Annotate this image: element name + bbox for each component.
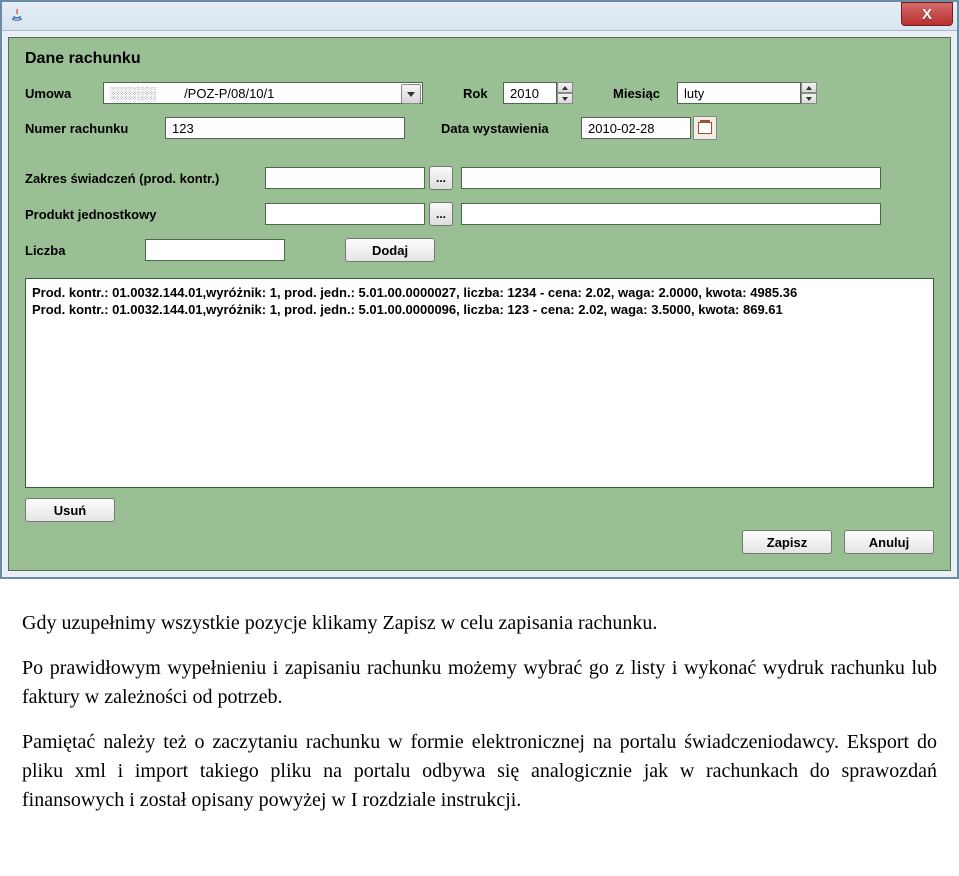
miesiac-spinner[interactable]: luty — [677, 82, 817, 104]
paragraph-3: Pamiętać należy też o zaczytaniu rachunk… — [22, 728, 937, 815]
calendar-icon — [698, 122, 712, 134]
zapisz-button[interactable]: Zapisz — [742, 530, 832, 554]
dodaj-button[interactable]: Dodaj — [345, 238, 435, 262]
chevron-up-icon — [562, 86, 568, 90]
rok-label: Rok — [463, 86, 503, 101]
row-usun: Usuń — [25, 498, 934, 522]
zakres-lookup-button[interactable]: ... — [429, 166, 453, 190]
umowa-label: Umowa — [25, 86, 103, 101]
produkt-lookup-button[interactable]: ... — [429, 202, 453, 226]
data-input[interactable]: 2010-02-28 — [581, 117, 691, 139]
chevron-down-icon — [407, 92, 415, 97]
liczba-label: Liczba — [25, 243, 145, 258]
zakres-code-input[interactable] — [265, 167, 425, 189]
umowa-value: /POZ-P/08/10/1 — [184, 86, 274, 101]
close-button[interactable]: X — [901, 2, 953, 26]
miesiac-down-button[interactable] — [801, 93, 817, 104]
paragraph-1: Gdy uzupełnimy wszystkie pozycje klikamy… — [22, 609, 937, 638]
account-panel: Dane rachunku Umowa ░░░░░ /POZ-P/08/10/1… — [8, 37, 951, 571]
java-icon — [8, 6, 26, 24]
liczba-input[interactable] — [145, 239, 285, 261]
row-produkt: Produkt jednostkowy ... — [25, 202, 934, 226]
chevron-down-icon — [806, 97, 812, 101]
produkt-desc-input[interactable] — [461, 203, 881, 225]
calendar-button[interactable] — [693, 116, 717, 140]
umowa-combo[interactable]: ░░░░░ /POZ-P/08/10/1 — [103, 82, 423, 104]
chevron-down-icon — [562, 97, 568, 101]
rok-up-button[interactable] — [557, 82, 573, 93]
rok-spinner[interactable]: 2010 — [503, 82, 573, 104]
items-listbox[interactable]: Prod. kontr.: 01.0032.144.01,wyróżnik: 1… — [25, 278, 934, 488]
row-contract: Umowa ░░░░░ /POZ-P/08/10/1 Rok 2010 Mies… — [25, 82, 934, 104]
titlebar: X — [2, 2, 957, 31]
row-zakres: Zakres świadczeń (prod. kontr.) ... — [25, 166, 934, 190]
dialog-window: X Dane rachunku Umowa ░░░░░ /POZ-P/08/10… — [0, 0, 959, 579]
produkt-label: Produkt jednostkowy — [25, 207, 265, 222]
usun-button[interactable]: Usuń — [25, 498, 115, 522]
anuluj-button[interactable]: Anuluj — [844, 530, 934, 554]
zakres-desc-input[interactable] — [461, 167, 881, 189]
row-liczba: Liczba Dodaj — [25, 238, 934, 262]
rok-value: 2010 — [503, 82, 557, 104]
numer-input[interactable]: 123 — [165, 117, 405, 139]
panel-title: Dane rachunku — [25, 38, 934, 82]
miesiac-value: luty — [677, 82, 801, 104]
document-text: Gdy uzupełnimy wszystkie pozycje klikamy… — [0, 579, 959, 841]
chevron-up-icon — [806, 86, 812, 90]
umowa-dropdown-button[interactable] — [401, 84, 421, 104]
produkt-code-input[interactable] — [265, 203, 425, 225]
rok-down-button[interactable] — [557, 93, 573, 104]
zakres-label: Zakres świadczeń (prod. kontr.) — [25, 171, 265, 186]
numer-label: Numer rachunku — [25, 121, 165, 136]
row-number-date: Numer rachunku 123 Data wystawienia 2010… — [25, 116, 934, 140]
miesiac-up-button[interactable] — [801, 82, 817, 93]
list-item[interactable]: Prod. kontr.: 01.0032.144.01,wyróżnik: 1… — [32, 285, 927, 300]
miesiac-label: Miesiąc — [613, 86, 677, 101]
row-actions: Zapisz Anuluj — [25, 530, 934, 554]
data-label: Data wystawienia — [441, 121, 581, 136]
list-item[interactable]: Prod. kontr.: 01.0032.144.01,wyróżnik: 1… — [32, 302, 927, 317]
paragraph-2: Po prawidłowym wypełnieniu i zapisaniu r… — [22, 654, 937, 712]
